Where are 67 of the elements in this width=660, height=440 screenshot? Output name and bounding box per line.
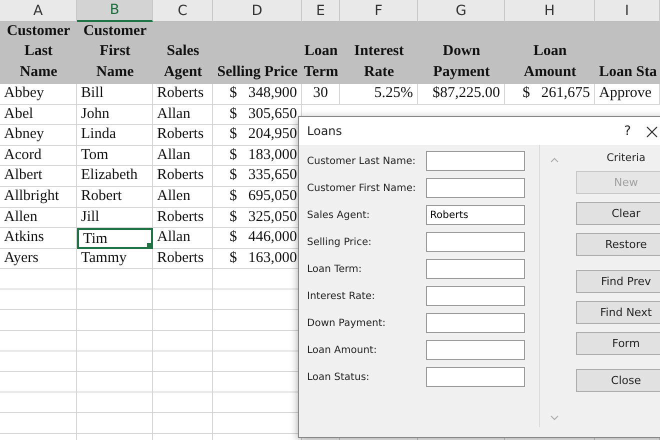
table-cell: Acord [0, 146, 77, 166]
field-label: Selling Price: [307, 236, 372, 248]
header-cell: Down Payment [418, 22, 505, 84]
table-cell: Allbright [0, 186, 77, 208]
column-header[interactable]: G [418, 0, 505, 22]
header-cell: Selling Price [213, 22, 302, 84]
column-header[interactable]: I [595, 0, 660, 22]
mode-label: Criteria [606, 151, 646, 166]
table-cell: Roberts [153, 84, 213, 105]
table-cell: Linda [77, 125, 153, 146]
column-header[interactable]: B [77, 0, 153, 22]
column-header[interactable]: D [213, 0, 302, 22]
table-cell: 5.25% [340, 84, 418, 105]
table-cell: Robert [77, 186, 153, 208]
dialog-button[interactable]: Restore [576, 233, 660, 256]
table-cell: Allen [0, 208, 77, 228]
column-header[interactable]: E [302, 0, 340, 22]
table-cell: Abel [0, 104, 77, 126]
dialog-button[interactable]: Find Prev [576, 270, 660, 293]
dialog-button[interactable]: Clear [576, 202, 660, 225]
header-cell: Customer First Name [77, 22, 153, 84]
header-cell: Loan Term [302, 22, 340, 84]
dialog-button[interactable]: Form [576, 332, 660, 355]
dialog-button[interactable]: Close [576, 369, 660, 392]
table-cell: John [77, 104, 153, 126]
table-cell: Allan [153, 228, 213, 249]
header-cell: Sales Agent [153, 22, 213, 84]
table-cell: Albert [0, 166, 77, 187]
dialog-button[interactable]: Find Next [576, 301, 660, 324]
input-field[interactable]: Roberts [426, 205, 525, 225]
table-cell: Allan [153, 104, 213, 126]
table-cell: Abbey [0, 84, 77, 105]
header-cell: Loan Amount [505, 22, 595, 84]
table-cell: 30 [302, 84, 340, 105]
table-cell: Roberts [153, 166, 213, 187]
column-header[interactable]: H [505, 0, 595, 22]
table-cell: Tom [77, 146, 153, 166]
field-label: Customer Last Name: [307, 156, 417, 166]
column-header[interactable]: C [153, 0, 213, 22]
field-label: Loan Amount: [307, 344, 378, 356]
table-cell: Elizabeth [77, 166, 153, 187]
table-cell: $87,225.00 [418, 84, 505, 105]
field-label: Sales Agent: [307, 210, 371, 220]
table-cell: Atkins [0, 228, 77, 249]
field-label: Loan Term: [307, 264, 363, 274]
table-cell: Roberts [153, 125, 213, 146]
header-cell: Interest Rate [340, 22, 418, 84]
table-cell: Abney [0, 125, 77, 146]
column-header[interactable]: A [0, 0, 77, 22]
dialog-title: Loans [307, 124, 344, 138]
header-cell: Loan Sta [595, 22, 660, 84]
field-label: Interest Rate: [307, 290, 376, 302]
header-cell: Customer Last Name [0, 22, 77, 84]
table-cell: Allan [153, 146, 213, 166]
table-cell: Approve [595, 84, 660, 105]
table-cell: Jill [77, 208, 153, 228]
table-cell: Allen [153, 186, 213, 208]
field-label: Down Payment: [307, 318, 387, 328]
table-cell: $ 348,900 [213, 84, 302, 105]
table-cell: Tim [77, 228, 153, 249]
table-cell: Roberts [153, 208, 213, 228]
table-cell: Bill [77, 84, 153, 105]
column-header[interactable]: F [340, 0, 418, 22]
table-cell: $ 261,675 [505, 84, 595, 105]
field-label: Loan Status: [307, 372, 370, 382]
field-label: Customer First Name: [307, 182, 417, 194]
help-button[interactable]: ? [624, 124, 631, 138]
